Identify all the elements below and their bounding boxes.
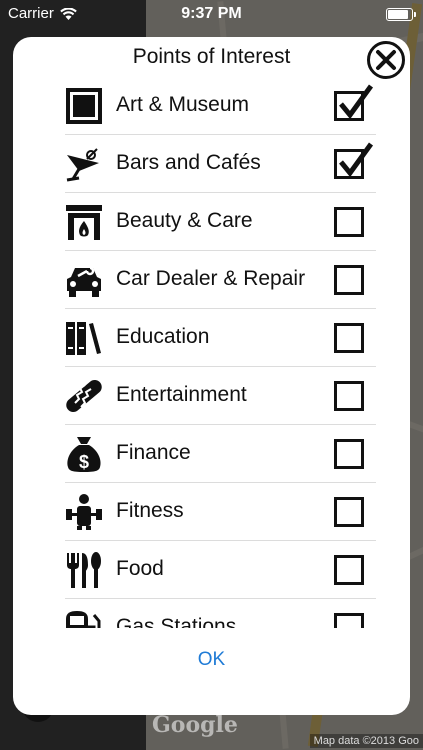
checkbox[interactable] [334, 497, 364, 527]
item-label: Gas Stations [116, 615, 237, 628]
item-label: Food [116, 557, 164, 580]
close-button[interactable] [367, 41, 405, 79]
list-item[interactable]: Food [13, 541, 410, 599]
list-item[interactable]: Gas Stations [13, 599, 410, 628]
car-wrench-icon [65, 261, 103, 299]
hotdog-icon [65, 377, 103, 415]
item-label: Beauty & Care [116, 209, 253, 232]
money-bag-icon: $ [65, 435, 103, 473]
checkbox[interactable] [334, 207, 364, 237]
svg-text:$: $ [79, 452, 89, 472]
checkbox[interactable] [334, 84, 374, 121]
cocktail-icon [65, 145, 103, 183]
checkbox[interactable] [334, 323, 364, 353]
item-label: Finance [116, 441, 191, 464]
battery-icon [386, 8, 416, 21]
checkbox[interactable] [334, 265, 364, 295]
fireplace-icon [65, 203, 103, 241]
checkbox[interactable] [334, 555, 364, 585]
list-item[interactable]: Bars and Cafés [13, 135, 410, 193]
checkbox[interactable] [334, 439, 364, 469]
close-icon [376, 50, 396, 70]
status-time: 9:37 PM [181, 5, 242, 22]
list-item[interactable]: $ Finance [13, 425, 410, 483]
item-label: Car Dealer & Repair [116, 267, 306, 290]
status-bar: Carrier 9:37 PM [0, 0, 423, 28]
checkbox[interactable] [334, 613, 364, 628]
checkmark-icon [339, 142, 374, 178]
list-item[interactable]: Beauty & Care [13, 193, 410, 251]
list-item[interactable]: Art & Museum [13, 77, 410, 135]
item-label: Art & Museum [116, 93, 250, 116]
checkbox[interactable] [334, 142, 374, 179]
map-attribution[interactable]: Map data ©2013 Goo [309, 734, 423, 748]
poi-list[interactable]: Art & Museum Bars and Cafés Beauty & Car… [13, 77, 410, 628]
ok-button[interactable]: OK [13, 649, 410, 671]
google-logo: Google [152, 712, 238, 738]
dialog-title: Points of Interest [132, 45, 291, 68]
item-label: Education [116, 325, 210, 348]
list-item[interactable]: Fitness [13, 483, 410, 541]
item-label: Bars and Cafés [116, 151, 261, 174]
points-of-interest-dialog: Points of Interest Art & Museum Bars and… [13, 37, 410, 715]
gas-pump-icon [65, 609, 103, 628]
cutlery-icon [65, 551, 103, 589]
frame-icon [65, 87, 103, 125]
books-icon [65, 319, 103, 357]
list-item[interactable]: Car Dealer & Repair [13, 251, 410, 309]
item-label: Fitness [116, 499, 184, 522]
list-item[interactable]: Entertainment [13, 367, 410, 425]
list-item[interactable]: Education [13, 309, 410, 367]
weightlifter-icon [65, 493, 103, 531]
item-label: Entertainment [116, 383, 247, 406]
checkbox[interactable] [334, 381, 364, 411]
checkmark-icon [339, 84, 374, 120]
